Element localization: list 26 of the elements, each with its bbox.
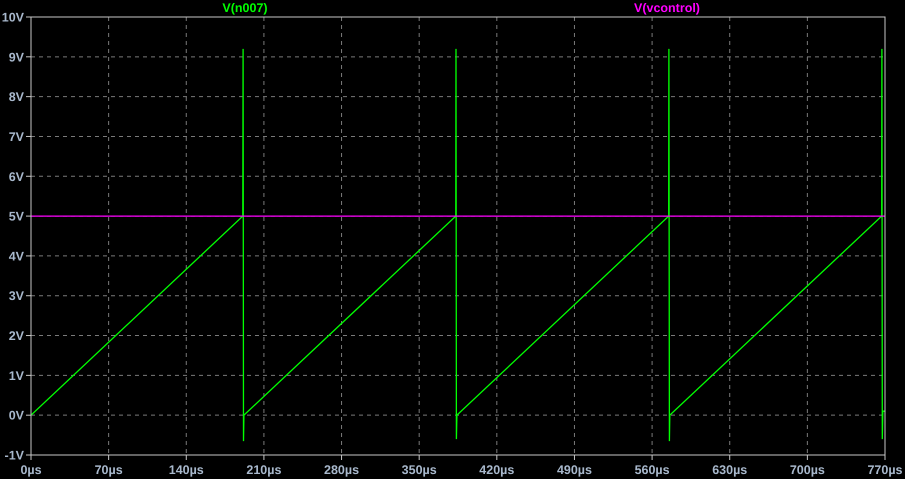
axis-tick-label: 9V — [8, 50, 24, 64]
axis-tick-label: 0µs — [20, 463, 42, 477]
axis-tick-label: 630µs — [712, 463, 748, 477]
axis-tick-label: 7V — [8, 130, 24, 144]
axis-tick-label: 350µs — [402, 463, 437, 477]
axis-tick-label: 10V — [2, 10, 24, 24]
axis-tick-label: 2V — [8, 329, 24, 344]
axis-tick-label: 70µs — [94, 463, 123, 477]
axis-tick-label: 6V — [8, 170, 24, 184]
axis-tick-label: 280µs — [324, 463, 360, 477]
axis-tick-label: 4V — [8, 249, 24, 264]
axis-tick-label: 1V — [8, 368, 24, 383]
axis-tick-label: 5V — [8, 210, 24, 224]
axis-tick-label: 420µs — [479, 463, 514, 477]
trace-label[interactable]: V(vcontrol) — [634, 1, 700, 15]
axis-tick-label: 560µs — [634, 463, 670, 477]
axis-tick-label: 8V — [8, 90, 24, 104]
axis-tick-label: 770µs — [868, 463, 902, 477]
axis-tick-label: -1V — [4, 448, 24, 462]
axis-tick-label: 140µs — [168, 463, 204, 477]
axis-tick-label: 0V — [8, 408, 24, 423]
trace-label[interactable]: V(n007) — [222, 1, 268, 15]
axis-tick-label: 210µs — [246, 463, 282, 477]
axis-tick-label: 490µs — [556, 463, 592, 477]
axis-tick-label: 3V — [8, 289, 24, 304]
axis-tick-label: 700µs — [790, 463, 825, 477]
